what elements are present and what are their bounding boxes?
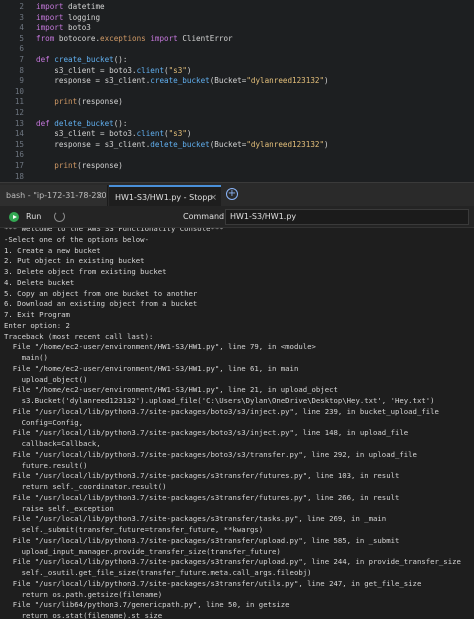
code-line: 16 <box>0 150 474 161</box>
terminal-line: return self._coordinator.result() <box>4 482 167 491</box>
terminal-line: self._osutil.get_file_size(transfer_futu… <box>4 568 312 577</box>
tab-label: bash - "ip-172-31-78-230. <box>6 191 108 200</box>
code-line: 3 import logging <box>0 13 474 24</box>
terminal-line: File "/usr/local/lib/python3.7/site-pack… <box>4 578 422 588</box>
line-number: 14 <box>14 129 24 139</box>
terminal-line: raise self._exception <box>4 503 114 513</box>
code-line: 9 response = s3_client.create_bucket(Buc… <box>0 76 474 87</box>
play-icon[interactable] <box>9 212 19 222</box>
run-toolbar: Run Command: HW1-S3/HW1.py <box>0 206 474 228</box>
terminal-line: future.result() <box>4 460 88 470</box>
code-line: 8 s3_client = boto3.client("s3") <box>0 66 474 77</box>
line-number: 8 <box>19 65 24 75</box>
add-tab-icon[interactable]: + <box>226 188 238 200</box>
code-line: 13 def delete_bucket(): <box>0 119 474 130</box>
terminal-line: callback=Callback, <box>4 439 101 448</box>
terminal-line: 6. Download an existing object from a bu… <box>4 299 198 309</box>
terminal-line: 1. Create a new bucket <box>4 245 101 255</box>
code-text: def delete_bucket(): <box>36 118 128 128</box>
terminal-line: upload_input_manager.provide_transfer_si… <box>4 546 281 556</box>
code-text: response = s3_client.create_bucket(Bucke… <box>36 76 329 86</box>
close-icon[interactable]: × <box>209 187 217 207</box>
command-label: Command: <box>183 212 227 221</box>
code-line: 12 <box>0 108 474 119</box>
code-line: 7 def create_bucket(): <box>0 55 474 66</box>
terminal-line: 4. Delete bucket <box>4 277 75 287</box>
line-number: 10 <box>14 86 24 96</box>
line-number: 15 <box>14 139 24 149</box>
command-input[interactable]: HW1-S3/HW1.py <box>225 209 469 225</box>
terminal-line: File "/usr/local/lib/python3.7/site-pack… <box>4 406 439 416</box>
terminal-output[interactable]: *** Welcome to the AWS S3 Functionality … <box>0 228 474 619</box>
close-icon[interactable]: × <box>95 185 103 207</box>
line-number: 18 <box>14 171 24 181</box>
line-number: 17 <box>14 161 24 170</box>
refresh-icon[interactable] <box>54 211 65 222</box>
code-text: from botocore.exceptions import ClientEr… <box>36 33 233 43</box>
code-text: s3_client = boto3.client("s3") <box>36 129 192 139</box>
terminal-line: 2. Put object in existing bucket <box>4 256 145 266</box>
terminal-line: return os.stat(filename).st_size <box>4 611 163 619</box>
code-text: s3_client = boto3.client("s3") <box>36 65 192 75</box>
line-number: 6 <box>19 44 24 54</box>
terminal-line: Enter option: 2 <box>4 320 70 330</box>
line-number: 16 <box>14 150 24 160</box>
tab-hw1-py[interactable]: HW1-S3/HW1.py - Stopp × <box>109 185 221 207</box>
line-number: 7 <box>19 55 24 64</box>
line-number: 13 <box>14 118 24 128</box>
terminal-line: File "/usr/local/lib/python3.7/site-pack… <box>4 428 409 438</box>
terminal-line: File "/usr/local/lib/python3.7/site-pack… <box>4 471 400 481</box>
code-text: response = s3_client.delete_bucket(Bucke… <box>36 139 329 149</box>
code-text: print(response) <box>54 97 123 107</box>
terminal-line: File "/usr/local/lib/python3.7/site-pack… <box>4 492 400 502</box>
line-number: 11 <box>14 97 24 107</box>
code-line: 10 <box>0 87 474 98</box>
terminal-line: -Select one of the options below- <box>4 234 149 244</box>
line-number: 2 <box>19 2 24 11</box>
code-line: 2 import datetime <box>0 2 474 13</box>
tab-bar: bash - "ip-172-31-78-230. × HW1-S3/HW1.p… <box>0 182 474 207</box>
code-line: 11 print(response) <box>0 97 474 108</box>
terminal-line: File "/home/ec2-user/environment/HW1-S3/… <box>4 363 299 373</box>
terminal-line: self._submit(transfer_future=transfer_fu… <box>4 525 264 534</box>
code-line: 14 s3_client = boto3.client("s3") <box>0 129 474 140</box>
terminal-line: File "/usr/lib64/python3.7/genericpath.p… <box>4 600 290 610</box>
line-number: 12 <box>14 108 24 117</box>
terminal-line: File "/usr/local/lib/python3.7/site-pack… <box>4 514 387 524</box>
code-text: print(response) <box>54 161 123 170</box>
terminal-line: File "/home/ec2-user/environment/HW1-S3/… <box>4 385 338 395</box>
terminal-line: 5. Copy an object from one bucket to ano… <box>4 288 198 298</box>
tab-label: HW1-S3/HW1.py - Stopp <box>115 193 213 202</box>
terminal-line: File "/usr/local/lib/python3.7/site-pack… <box>4 449 417 459</box>
line-number: 5 <box>19 33 24 43</box>
code-editor[interactable]: 2 import datetime 3 import logging 4 import b… <box>0 0 474 182</box>
code-text: import boto3 <box>36 23 91 33</box>
line-number: 9 <box>19 76 24 86</box>
line-number: 4 <box>19 23 24 33</box>
terminal-line: File "/usr/local/lib/python3.7/site-pack… <box>4 535 400 545</box>
terminal-line: File "/usr/local/lib/python3.7/site-pack… <box>4 557 461 567</box>
code-text: import logging <box>36 12 101 22</box>
code-line: 17 print(response) <box>0 161 474 172</box>
code-text: def create_bucket(): <box>36 55 128 64</box>
code-text: import datetime <box>36 2 105 11</box>
terminal-line: Traceback (most recent call last): <box>4 331 154 341</box>
terminal-line: return os.path.getsize(filename) <box>4 589 163 599</box>
terminal-line: upload_object() <box>4 374 88 384</box>
terminal-line: 7. Exit Program <box>4 310 70 319</box>
terminal-line: main() <box>4 353 48 362</box>
code-line: 6 <box>0 44 474 55</box>
terminal-line: s3.Bucket('dylanreed123132').upload_file… <box>4 396 435 405</box>
tab-bash[interactable]: bash - "ip-172-31-78-230. × <box>0 185 108 207</box>
code-line: 15 response = s3_client.delete_bucket(Bu… <box>0 140 474 151</box>
code-line: 5 from botocore.exceptions import ClientE… <box>0 34 474 45</box>
terminal-line: 3. Delete object from existing bucket <box>4 267 167 276</box>
line-number: 3 <box>19 12 24 22</box>
terminal-line: Config=Config, <box>4 417 84 427</box>
terminal-line: File "/home/ec2-user/environment/HW1-S3/… <box>4 342 316 352</box>
run-button[interactable]: Run <box>26 206 41 228</box>
code-line: 18 <box>0 172 474 182</box>
code-line: 4 import boto3 <box>0 23 474 34</box>
